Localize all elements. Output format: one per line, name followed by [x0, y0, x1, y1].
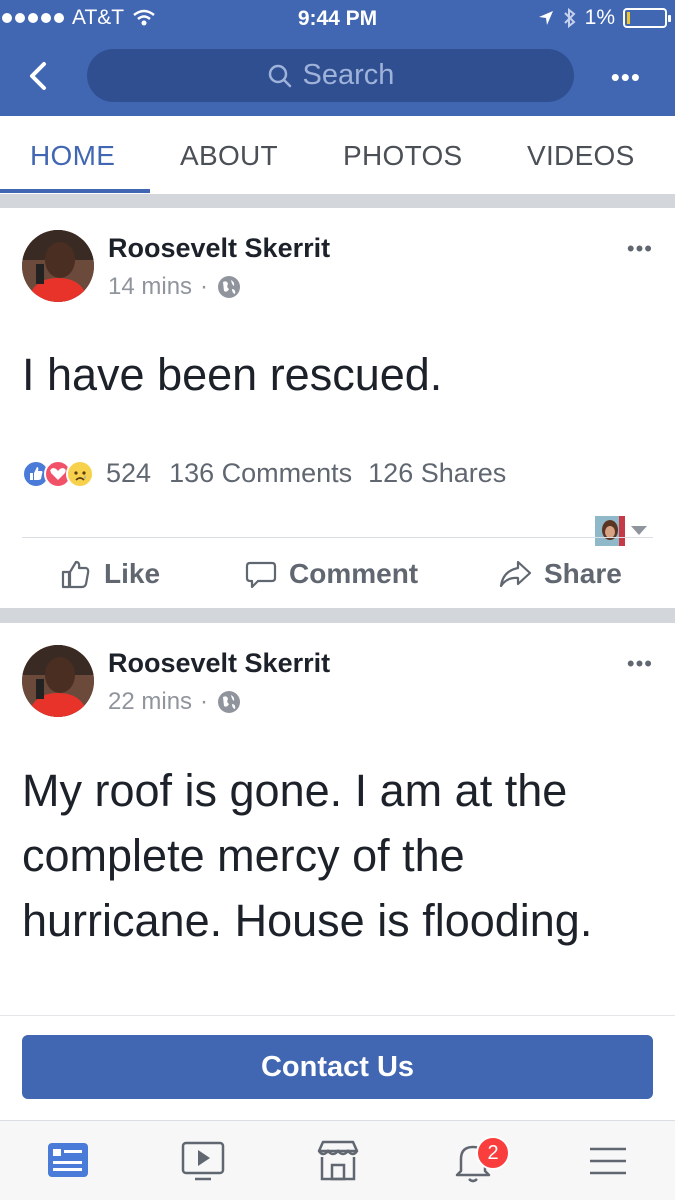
audience-dropdown-icon[interactable] [630, 525, 648, 537]
contact-us-button[interactable]: Contact Us [22, 1035, 653, 1099]
status-bar: AT&T 9:44 PM 1% [0, 0, 675, 40]
bottom-nav [0, 1120, 675, 1200]
post-time[interactable]: 22 mins [108, 688, 192, 716]
sad-reaction-icon [66, 459, 94, 488]
share-label: Share [544, 558, 622, 589]
post-options-icon[interactable]: ••• [627, 236, 653, 262]
comment-button[interactable]: Comment [245, 539, 418, 609]
search-placeholder: Search [302, 59, 395, 91]
avatar[interactable] [22, 645, 94, 717]
reactions-count: 524 [106, 458, 152, 488]
tab-photos[interactable]: PHOTOS [343, 140, 463, 172]
bluetooth-icon [563, 7, 576, 29]
post-actions: Like Comment Share [0, 539, 675, 609]
avatar-photo [22, 645, 94, 717]
search-input[interactable]: Search [87, 49, 574, 102]
video-icon[interactable] [179, 1137, 227, 1185]
back-chevron-icon[interactable] [20, 58, 56, 94]
share-icon [499, 560, 532, 588]
post-card: Roosevelt Skerrit 22 mins · ••• My roof … [0, 623, 675, 1015]
post-time[interactable]: 14 mins [108, 273, 192, 301]
comment-label: Comment [289, 558, 419, 589]
tab-about[interactable]: ABOUT [180, 140, 278, 172]
shares-count[interactable]: 126 Shares [368, 458, 506, 489]
reactions-bar[interactable]: 524 136 Comments 126 Shares [22, 458, 506, 489]
page-tabs: HOME ABOUT PHOTOS VIDEOS [0, 116, 675, 194]
meta-dot: · [200, 273, 209, 300]
menu-hamburger-icon[interactable] [584, 1137, 632, 1185]
share-button[interactable]: Share [498, 539, 622, 609]
like-label: Like [104, 558, 161, 589]
post-divider [22, 537, 653, 538]
marketplace-icon[interactable] [314, 1137, 362, 1185]
post-text: My roof is gone. I am at the complete me… [22, 765, 593, 946]
nav-bar: Search ••• [0, 40, 675, 116]
post-options-icon[interactable]: ••• [627, 651, 653, 677]
post-meta: 14 mins · [108, 273, 242, 301]
post-text: I have been rescued. [22, 349, 443, 400]
reaction-icons [22, 459, 94, 488]
section-separator [0, 608, 675, 623]
globe-icon [218, 276, 241, 298]
notification-badge: 2 [476, 1136, 510, 1170]
comments-count[interactable]: 136 Comments [169, 458, 352, 489]
tab-home[interactable]: HOME [30, 140, 115, 172]
contact-bar: Contact Us [0, 1015, 675, 1120]
tab-videos[interactable]: VIDEOS [527, 140, 635, 172]
app-header: AT&T 9:44 PM 1% Search ••• [0, 0, 675, 116]
battery-icon [623, 8, 671, 28]
search-icon [268, 64, 291, 87]
post-meta: 22 mins · [108, 688, 242, 716]
avatar[interactable] [22, 230, 94, 302]
section-separator [0, 194, 675, 208]
globe-icon [218, 691, 241, 713]
more-options-icon[interactable]: ••• [611, 62, 641, 93]
avatar-photo [22, 230, 94, 302]
battery-percent: 1% [584, 6, 615, 29]
post-author[interactable]: Roosevelt Skerrit [108, 233, 330, 264]
meta-dot: · [200, 688, 209, 715]
like-button[interactable]: Like [60, 539, 160, 609]
post-card: Roosevelt Skerrit 14 mins · ••• I have b… [0, 208, 675, 608]
status-right-group: 1% [537, 6, 671, 30]
news-feed-icon[interactable] [44, 1137, 92, 1185]
comment-icon [245, 561, 277, 589]
post-author[interactable]: Roosevelt Skerrit [108, 648, 330, 679]
location-arrow-icon [538, 11, 553, 25]
active-tab-indicator [0, 189, 150, 193]
like-icon [61, 560, 90, 589]
